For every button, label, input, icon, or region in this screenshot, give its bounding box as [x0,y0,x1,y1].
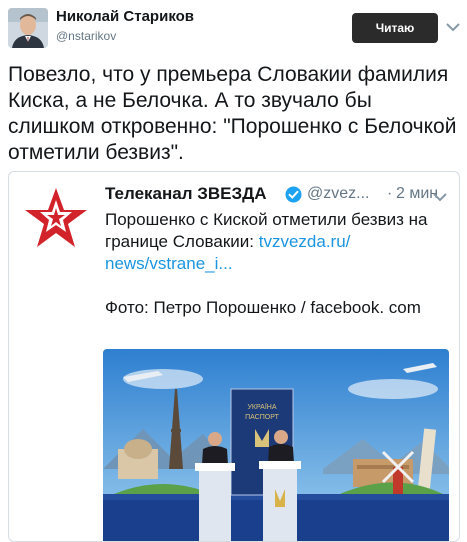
quote-timestamp[interactable]: 2 мин [396,185,438,203]
tweet-header: Николай Стариков @nstarikov Читаю [0,0,467,56]
chevron-down-icon[interactable] [433,192,447,202]
quote-photo[interactable]: УКРАЇНА ПАСПОРТ [103,349,449,541]
author-handle[interactable]: @nstarikov [56,29,116,43]
quote-account-name[interactable]: Телеканал ЗВЕЗДА [105,184,267,204]
chevron-down-icon[interactable] [446,22,460,32]
avatar[interactable] [8,8,48,48]
following-button[interactable]: Читаю [352,13,438,43]
quote-body: Порошенко с Киской отметили безвиз на гр… [105,209,457,275]
author-name[interactable]: Николай Стариков [56,8,194,25]
banner-text-2: ПАСПОРТ [245,414,279,421]
zvezda-star-logo-icon [25,188,87,247]
quoted-tweet[interactable]: Телеканал ЗВЕЗДА @zvez... · 2 мин Пороше… [8,171,460,542]
separator-dot: · [387,185,393,202]
banner-text-1: УКРАЇНА [247,403,276,411]
quote-photo-caption: Фото: Петро Порошенко / facebook. com [105,298,421,317]
tweet-text: Повезло, что у премьера Словакии фамилия… [8,63,457,164]
quote-account-handle[interactable]: @zvez... [307,185,369,203]
verified-badge-icon [285,186,302,203]
